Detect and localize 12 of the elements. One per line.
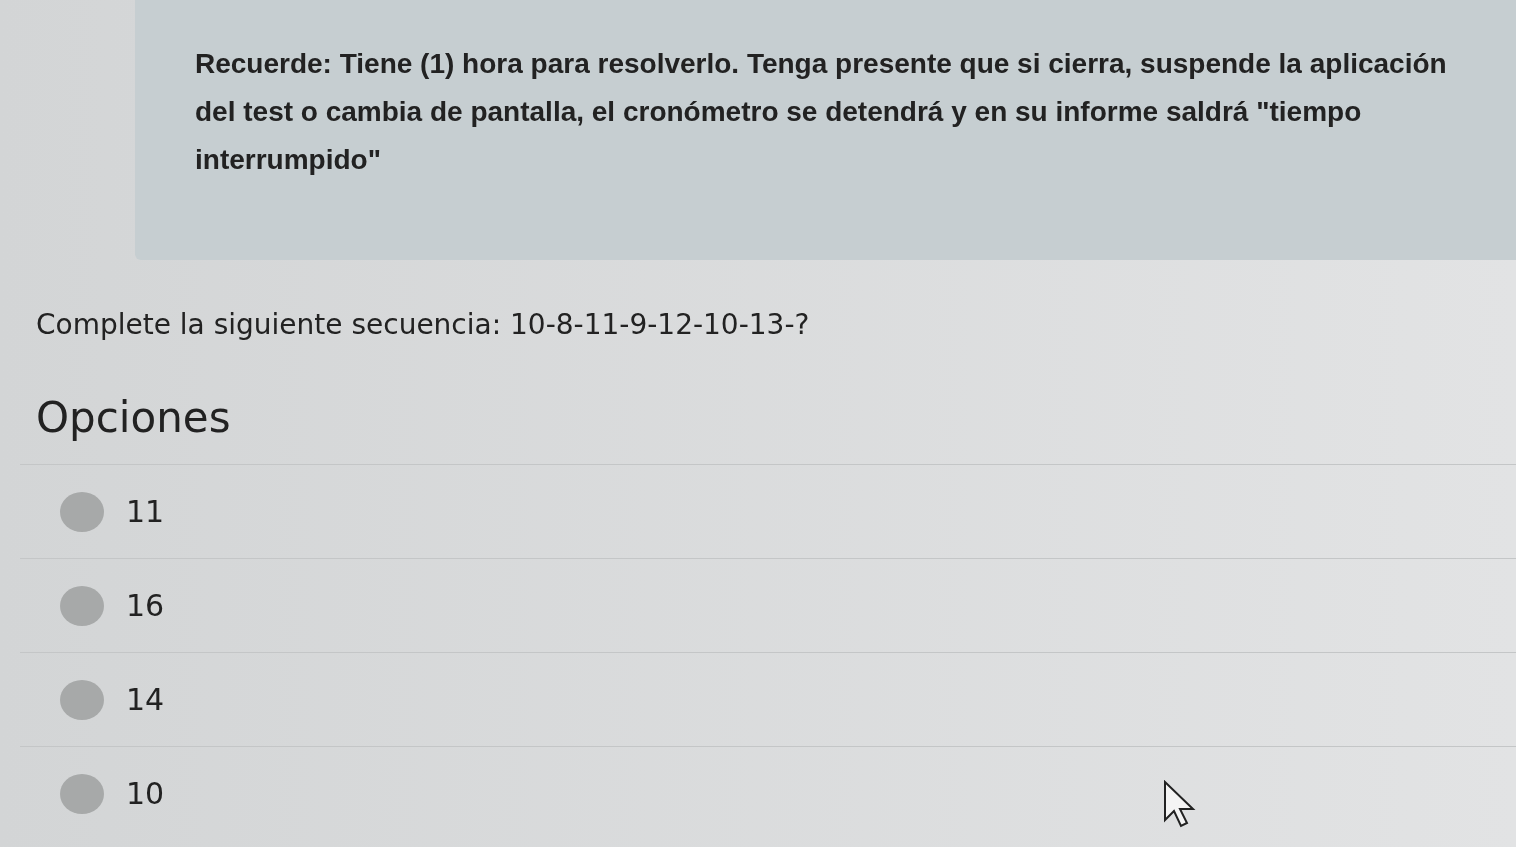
question-text: Complete la siguiente secuencia: 10-8-11-9-12-10-13-?	[36, 308, 811, 341]
radio-button[interactable]	[60, 773, 104, 814]
option-label: 14	[126, 682, 165, 717]
notice-text: Recuerde: Tiene (1) hora para resolverlo. Tenga presente que si cierra, suspende la aplicación del test o cambia de pantalla, el cronómetro se detendrá y en su informe saldrá "tiempo interrumpido"	[195, 47, 1448, 177]
radio-button[interactable]	[60, 679, 104, 720]
options-heading: Opciones	[36, 393, 232, 442]
option-label: 16	[126, 588, 165, 623]
radio-button[interactable]	[60, 585, 104, 626]
option-label: 11	[126, 494, 165, 529]
cursor-icon	[1163, 780, 1197, 828]
radio-button[interactable]	[60, 491, 104, 532]
option-label: 10	[126, 776, 165, 811]
